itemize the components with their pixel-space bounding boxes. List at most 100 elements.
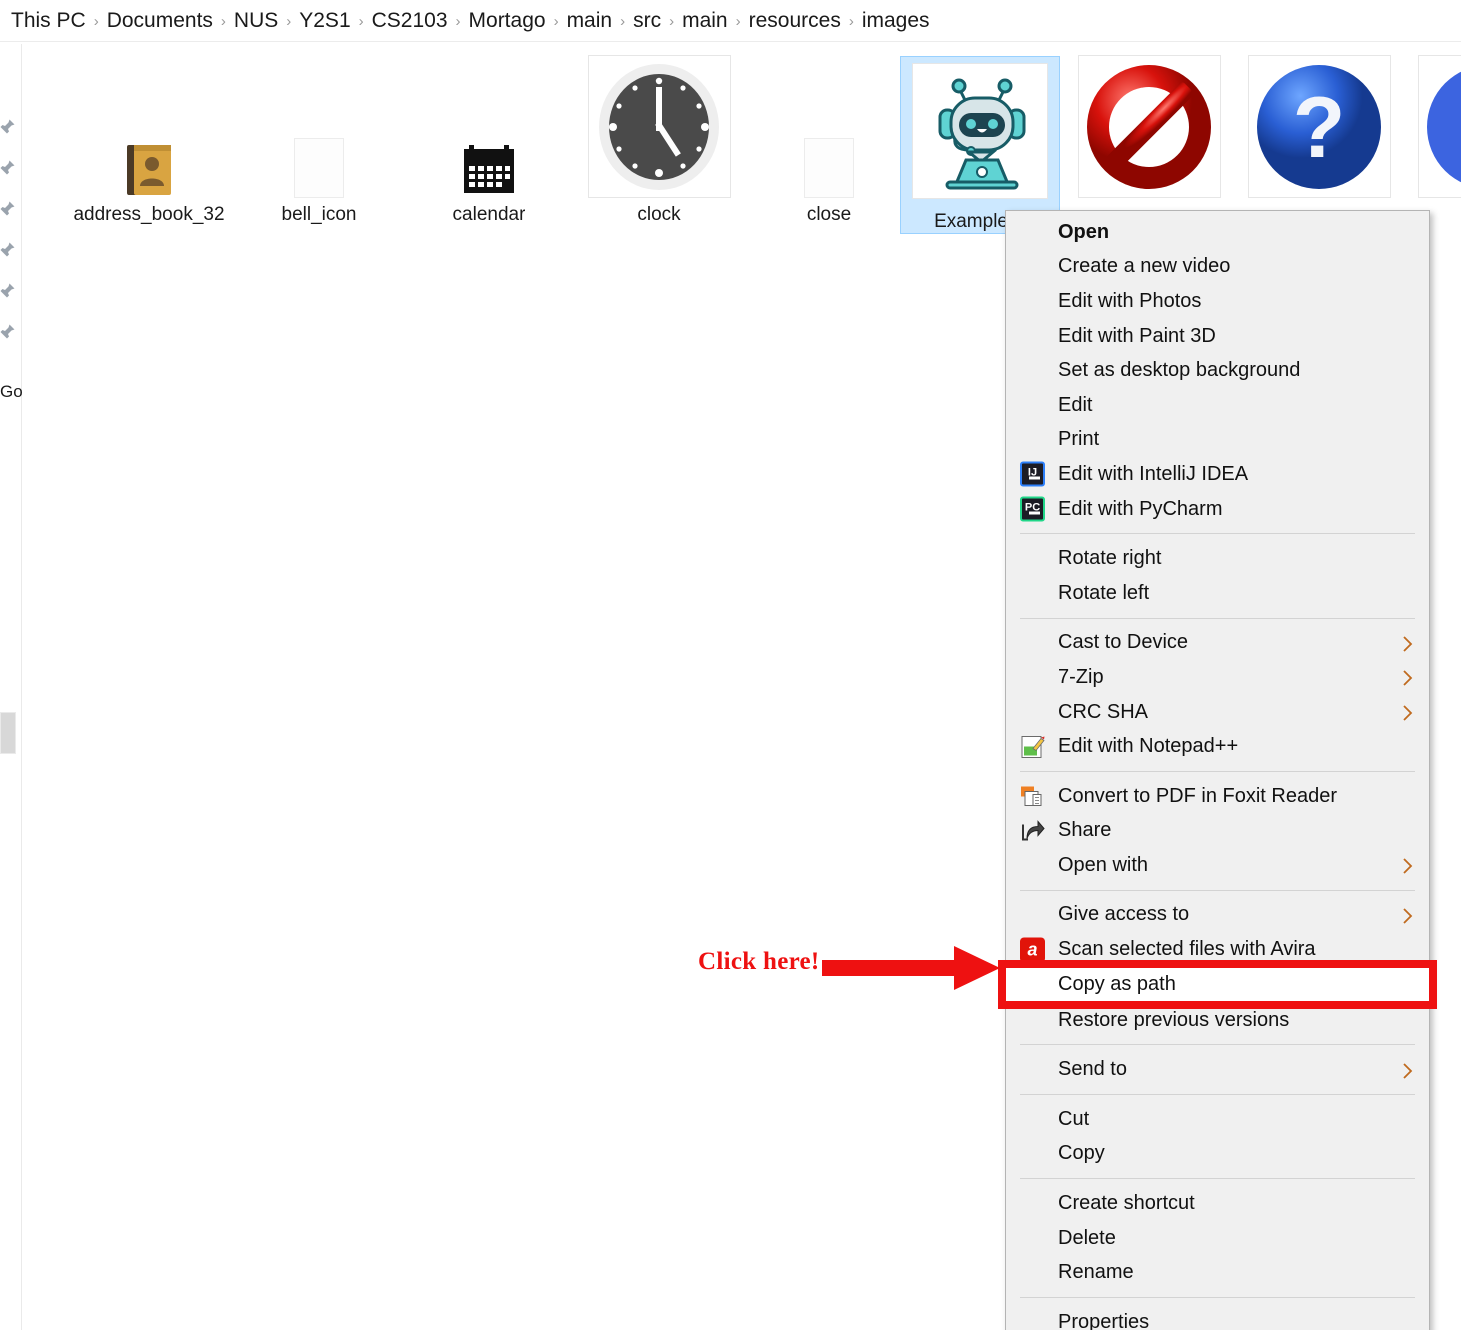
intellij-idea-icon: IJ [1020,461,1045,487]
menu-item-label: Open with [1058,853,1149,876]
file-item-close[interactable]: close [749,48,909,234]
menu-item-copy-as-path[interactable]: Copy as path [998,959,1437,1009]
menu-item-crc-sha[interactable]: CRC SHA [1006,695,1429,730]
menu-item-edit-with-notepad-[interactable]: Edit with Notepad++ [1006,729,1429,764]
menu-item-edit-with-photos[interactable]: Edit with Photos [1006,284,1429,319]
breadcrumb-item-main[interactable]: main [561,9,619,33]
menu-item-rotate-left[interactable]: Rotate left [1006,576,1429,611]
prohibited-sign-icon [1074,48,1224,198]
file-item-icon-6[interactable] [1069,48,1229,234]
chevron-right-icon [1403,669,1413,687]
share-icon [1020,818,1045,843]
avira-icon: a [1020,937,1045,963]
menu-item-edit-with-paint-3d[interactable]: Edit with Paint 3D [1006,319,1429,354]
menu-item-label: CRC SHA [1058,700,1149,723]
menu-item-edit-with-intellij-idea[interactable]: IJ Edit with IntelliJ IDEA [1006,457,1429,492]
file-item-examplepi[interactable]: ExamplePI [900,56,1060,234]
menu-item-label: Scan selected files with Avira [1058,938,1316,961]
menu-item-label: Set as desktop background [1058,359,1301,382]
menu-item-copy[interactable]: Copy [1006,1137,1429,1172]
menu-item-label: Open [1058,220,1110,243]
robot-icon [905,57,1055,205]
menu-item-give-access-to[interactable]: Give access to [1006,898,1429,933]
blank-white-icon [754,48,904,198]
chevron-right-icon [1403,907,1413,924]
menu-item-7-zip[interactable]: 7-Zip [1006,660,1429,695]
pin-icon [0,200,16,218]
menu-item-restore-previous-versions[interactable]: Restore previous versions [1006,1003,1429,1038]
breadcrumb-item-cs2103[interactable]: CS2103 [366,9,454,33]
menu-item-print[interactable]: Print [1006,423,1429,458]
menu-separator [1020,1178,1415,1180]
sidebar-divider [21,44,22,1330]
breadcrumb-item-nus[interactable]: NUS [228,9,284,33]
breadcrumb-separator-icon: › [358,13,364,30]
menu-item-label: Send to [1058,1058,1127,1081]
sidebar-go-label[interactable]: Go [0,382,23,402]
file-item-clock[interactable]: clock [579,48,739,234]
menu-item-label: 7-Zip [1058,665,1104,688]
menu-item-set-as-desktop-background[interactable]: Set as desktop background [1006,353,1429,388]
pin-icon [0,323,16,341]
menu-separator [1020,770,1415,772]
pin-icon [0,159,16,177]
file-item-icon-7[interactable]: ? [1239,48,1399,234]
menu-item-label: Give access to [1058,903,1190,926]
menu-item-edit[interactable]: Edit [1006,388,1429,423]
clock-icon [584,48,734,198]
file-item-label: close [806,204,852,225]
breadcrumb-item-this-pc[interactable]: This PC [5,9,92,33]
file-item-label: clock [637,204,681,225]
avira-icon: a [1020,937,1045,963]
menu-item-create-a-new-video[interactable]: Create a new video [1006,250,1429,285]
breadcrumb-item-documents[interactable]: Documents [101,9,219,33]
breadcrumb-item-src[interactable]: src [627,9,667,33]
menu-item-properties[interactable]: Properties [1006,1305,1429,1330]
breadcrumb-item-images[interactable]: images [856,9,936,33]
svg-text:?: ? [1293,80,1346,176]
breadcrumb-separator-icon: › [93,13,99,30]
menu-item-share[interactable]: Share [1006,814,1429,849]
vertical-scrollbar-thumb[interactable] [0,712,16,754]
intellij-idea-icon: IJ [1020,461,1045,487]
breadcrumb-item-resources[interactable]: resources [743,9,847,33]
address-book-icon [74,48,224,198]
menu-item-rotate-right[interactable]: Rotate right [1006,541,1429,576]
menu-item-scan-selected-files-with-avira[interactable]: a Scan selected files with Avira [1006,932,1429,967]
menu-separator [1020,533,1415,535]
menu-item-label: Edit with Paint 3D [1058,324,1216,347]
breadcrumb-separator-icon: › [620,13,626,30]
breadcrumb-separator-icon: › [286,13,292,30]
menu-item-label: Edit [1058,393,1093,416]
foxit-pdf-icon [1021,786,1042,807]
menu-item-label: Edit with IntelliJ IDEA [1058,462,1249,485]
menu-item-cast-to-device[interactable]: Cast to Device [1006,626,1429,661]
breadcrumb-item-y2s1[interactable]: Y2S1 [293,9,356,33]
menu-item-label: Rotate left [1058,581,1150,604]
menu-item-open[interactable]: Open [1006,215,1429,250]
menu-item-delete[interactable]: Delete [1006,1221,1429,1256]
menu-item-send-to[interactable]: Send to [1006,1052,1429,1087]
menu-item-edit-with-pycharm[interactable]: PC Edit with PyCharm [1006,492,1429,527]
breadcrumb-separator-icon: › [848,13,854,30]
file-item-address_book_32[interactable]: address_book_32 [69,48,229,234]
menu-item-label: Edit with Photos [1058,289,1202,312]
menu-item-create-shortcut[interactable]: Create shortcut [1006,1186,1429,1221]
breadcrumb-item-main[interactable]: main [676,9,734,33]
file-item-bell_icon[interactable]: bell_icon [239,48,399,234]
context-menu[interactable]: Open Create a new video Edit with Photos Ed… [998,210,1437,1330]
file-item-in[interactable]: in [1409,48,1461,234]
menu-item-open-with[interactable]: Open with [1006,848,1429,883]
blue-circle-icon [1414,48,1461,198]
pin-icon [0,118,16,136]
annotation-click-here-label: Click here! [698,948,820,975]
menu-item-label: Cut [1058,1107,1090,1130]
breadcrumb-item-mortago[interactable]: Mortago [463,9,552,33]
file-item-calendar[interactable]: calendar [409,48,569,234]
menu-item-cut[interactable]: Cut [1006,1102,1429,1137]
breadcrumb[interactable]: This PC › Documents › NUS › Y2S1 › CS2103 › Mortag… [0,0,1461,41]
menu-item-rename[interactable]: Rename [1006,1255,1429,1290]
menu-item-convert-to-pdf-in-foxit-reader[interactable]: Convert to PDF in Foxit Reader [1006,779,1429,814]
menu-item-label: Rename [1058,1261,1134,1284]
pycharm-icon: PC [1020,496,1045,522]
